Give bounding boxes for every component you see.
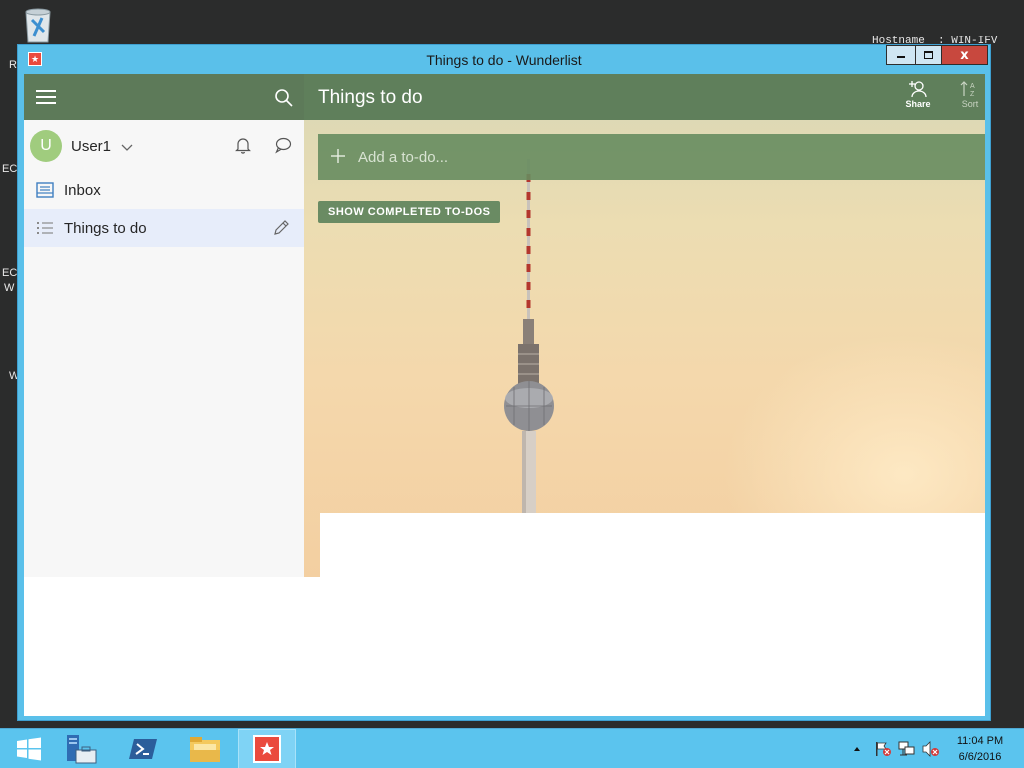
minimize-button[interactable]: [886, 45, 915, 65]
list-icon: [36, 220, 54, 236]
wunderlist-icon: [253, 735, 281, 763]
sidebar-item-label: Things to do: [64, 220, 147, 237]
close-icon: x: [960, 47, 969, 63]
start-button[interactable]: [0, 729, 58, 768]
maximize-icon: [924, 51, 933, 59]
maximize-button[interactable]: [915, 45, 942, 65]
sidebar-item-label: Inbox: [64, 182, 101, 199]
wunderlist-window: ★ Things to do - Wunderlist x U User1 In…: [17, 44, 991, 721]
taskbar-clock[interactable]: 11:04 PM 6/6/2016: [940, 733, 1020, 765]
bell-icon[interactable]: [234, 136, 252, 154]
sidebar-item-things-to-do[interactable]: Things to do: [24, 209, 304, 247]
avatar[interactable]: U: [30, 130, 62, 162]
volume-muted-icon[interactable]: [922, 741, 940, 757]
share-person-icon: [909, 81, 927, 98]
sidebar-item-inbox[interactable]: Inbox: [24, 171, 304, 209]
windows-logo-icon: [17, 737, 41, 761]
user-row[interactable]: U User1: [24, 120, 304, 170]
sidebar-header: [24, 74, 304, 120]
user-name[interactable]: User1: [71, 138, 111, 155]
svg-text:A: A: [970, 83, 975, 90]
desktop-label-fragment: W: [4, 282, 15, 294]
pencil-icon[interactable]: [272, 219, 290, 237]
app-client-area: U User1 Inbox Things to do Things to do …: [24, 74, 985, 716]
comment-icon[interactable]: [274, 136, 292, 154]
sort-button[interactable]: AZ Sort: [952, 80, 985, 116]
list-view: Things to do Share AZ Sort SHOW COMPLETE…: [304, 74, 985, 577]
show-completed-button[interactable]: SHOW COMPLETED TO-DOS: [318, 201, 501, 223]
server-manager-icon[interactable]: [52, 729, 110, 768]
file-explorer-icon[interactable]: [176, 729, 234, 768]
add-todo-input[interactable]: [358, 146, 938, 168]
minimize-icon: [897, 56, 905, 58]
share-button[interactable]: Share: [900, 80, 936, 116]
powershell-icon[interactable]: [114, 729, 172, 768]
recycle-bin-icon[interactable]: [18, 6, 58, 44]
search-icon[interactable]: [274, 88, 294, 108]
list-title[interactable]: Things to do: [318, 87, 423, 109]
blank-panel: [320, 513, 985, 716]
clock-time: 11:04 PM: [956, 735, 1004, 747]
hamburger-menu-icon[interactable]: [36, 90, 56, 104]
share-label: Share: [905, 99, 931, 109]
list-header: Things to do Share AZ Sort: [304, 74, 985, 120]
desktop-label-fragment: EC: [2, 267, 18, 279]
sidebar: U User1 Inbox Things to do: [24, 74, 304, 577]
network-icon[interactable]: [898, 741, 916, 757]
desktop-label-fragment: R: [9, 59, 17, 71]
title-bar[interactable]: ★ Things to do - Wunderlist x: [18, 45, 990, 74]
wunderlist-taskbar-button[interactable]: [238, 729, 296, 768]
inbox-icon: [36, 182, 54, 198]
sort-label: Sort: [961, 99, 979, 109]
sort-az-icon: AZ: [960, 81, 975, 98]
chevron-down-icon[interactable]: [121, 140, 133, 151]
desktop-label-fragment: EC: [2, 163, 18, 175]
add-todo-bar[interactable]: [318, 134, 985, 180]
close-button[interactable]: x: [942, 45, 988, 65]
window-title: Things to do - Wunderlist: [426, 52, 582, 68]
clock-date: 6/6/2016: [958, 751, 1002, 763]
svg-text:Z: Z: [970, 91, 975, 98]
action-center-flag-icon[interactable]: [874, 741, 892, 757]
taskbar: 11:04 PM 6/6/2016: [0, 728, 1024, 768]
plus-icon[interactable]: [330, 148, 346, 164]
show-hidden-icons-icon[interactable]: [852, 741, 862, 757]
